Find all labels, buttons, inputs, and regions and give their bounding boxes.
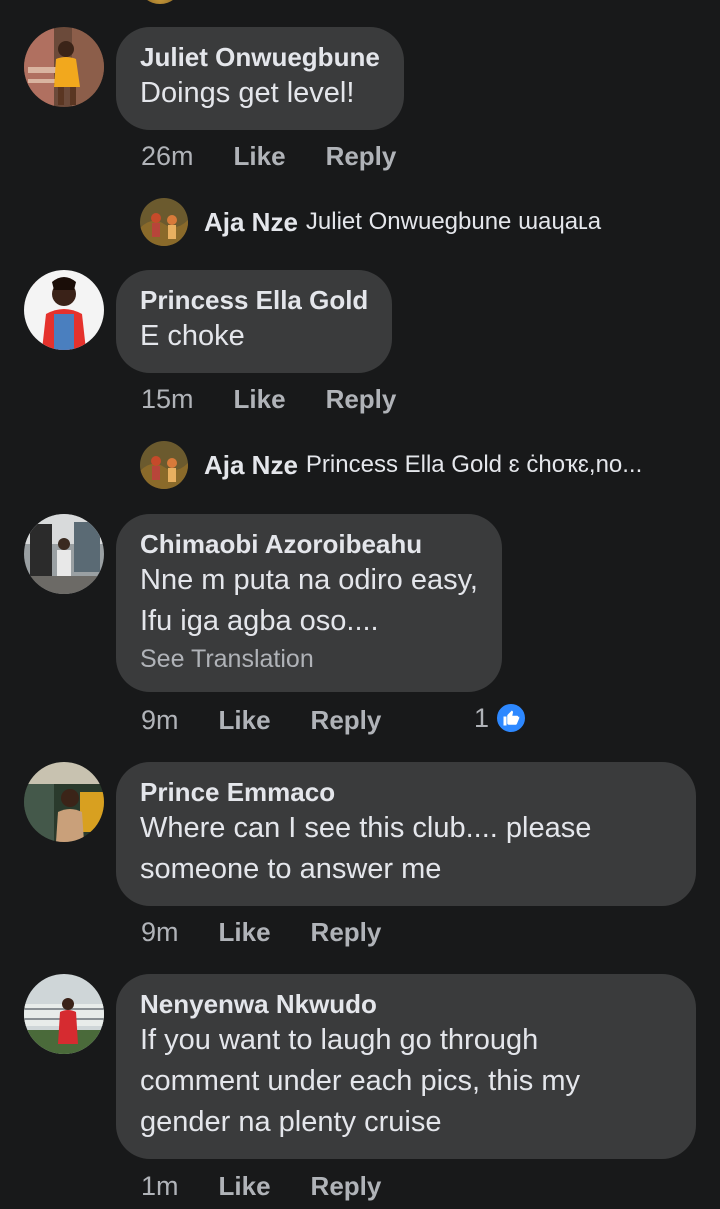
reply-button[interactable]: Reply	[311, 917, 382, 948]
like-button[interactable]: Like	[219, 705, 271, 736]
comment-text: Doings get level!	[140, 77, 355, 109]
comment-actions: 1m Like Reply	[141, 1166, 381, 1206]
comment-actions: 15m Like Reply	[141, 379, 396, 419]
comment-text: Nne m puta na odiro easy,	[140, 564, 478, 596]
like-button[interactable]: Like	[219, 917, 271, 948]
comment-time[interactable]: 1m	[141, 1171, 179, 1202]
like-button[interactable]: Like	[219, 1171, 271, 1202]
reply-text: Juliet Onwuegbune ɯaɥaʟa	[305, 208, 602, 235]
comment-time[interactable]: 26m	[141, 141, 194, 172]
comment-bubble: Princess Ella Gold E choke	[116, 270, 393, 373]
see-translation-link[interactable]: See Translation	[140, 642, 478, 676]
reaction-count: 1	[474, 702, 490, 733]
comment-author[interactable]: Juliet Onwuegbune	[140, 41, 380, 73]
comments-feed: Juliet Onwuegbune Doings get level! 26m …	[0, 0, 720, 1209]
like-button[interactable]: Like	[234, 384, 286, 415]
comment-text: E choke	[140, 320, 245, 352]
comment-text: someone to answer me	[140, 853, 442, 885]
avatar[interactable]	[24, 514, 104, 594]
reply-preview[interactable]: Aja Nze Princess Ella Gold ɛ ċhoҡɛ,no...	[140, 440, 642, 490]
comment-text: Ifu iga agba oso....	[140, 605, 379, 637]
avatar[interactable]	[140, 198, 188, 246]
comment-time[interactable]: 15m	[141, 384, 194, 415]
comment-text: gender na plenty cruise	[140, 1106, 442, 1138]
reply-button[interactable]: Reply	[311, 705, 382, 736]
like-button[interactable]: Like	[234, 141, 286, 172]
svg-text:ry: ry	[30, 276, 37, 284]
comment-text: Where can I see this club.... please	[140, 812, 592, 844]
comment-author[interactable]: Nenyenwa Nkwudo	[140, 988, 672, 1020]
reply-button[interactable]: Reply	[326, 384, 397, 415]
avatar[interactable]	[24, 762, 104, 842]
comment-text: comment under each pics, this my	[140, 1065, 581, 1097]
reply-author[interactable]: Aja Nze	[204, 207, 298, 238]
comment-actions: 9m Like Reply	[141, 700, 381, 740]
comment-author[interactable]: Princess Ella Gold	[140, 284, 368, 316]
reply-text: Princess Ella Gold ɛ ċhoҡɛ,no...	[305, 451, 643, 478]
reply-button[interactable]: Reply	[326, 141, 397, 172]
avatar[interactable]	[24, 27, 104, 107]
avatar[interactable]	[24, 974, 104, 1054]
reaction-summary[interactable]: 1	[474, 702, 528, 734]
comment-bubble: Nenyenwa Nkwudo If you want to laugh go …	[116, 974, 696, 1159]
avatar[interactable]: ry	[24, 270, 104, 350]
comment-bubble: Juliet Onwuegbune Doings get level!	[116, 27, 404, 130]
comment-text: If you want to laugh go through	[140, 1024, 539, 1056]
avatar[interactable]	[140, 0, 180, 4]
thumbs-up-icon	[495, 702, 528, 734]
comment-bubble: Prince Emmaco Where can I see this club.…	[116, 762, 696, 906]
comment-time[interactable]: 9m	[141, 705, 179, 736]
reply-author[interactable]: Aja Nze	[204, 450, 298, 481]
comment-time[interactable]: 9m	[141, 917, 179, 948]
avatar[interactable]	[140, 441, 188, 489]
comment-actions: 26m Like Reply	[141, 136, 396, 176]
reply-preview[interactable]: Aja Nze Juliet Onwuegbune ɯaɥaʟa	[140, 197, 601, 247]
comment-bubble: Chimaobi Azoroibeahu Nne m puta na odiro…	[116, 514, 502, 692]
comment-actions: 9m Like Reply	[141, 912, 381, 952]
comment-author[interactable]: Chimaobi Azoroibeahu	[140, 528, 478, 560]
reply-button[interactable]: Reply	[311, 1171, 382, 1202]
comment-author[interactable]: Prince Emmaco	[140, 776, 672, 808]
